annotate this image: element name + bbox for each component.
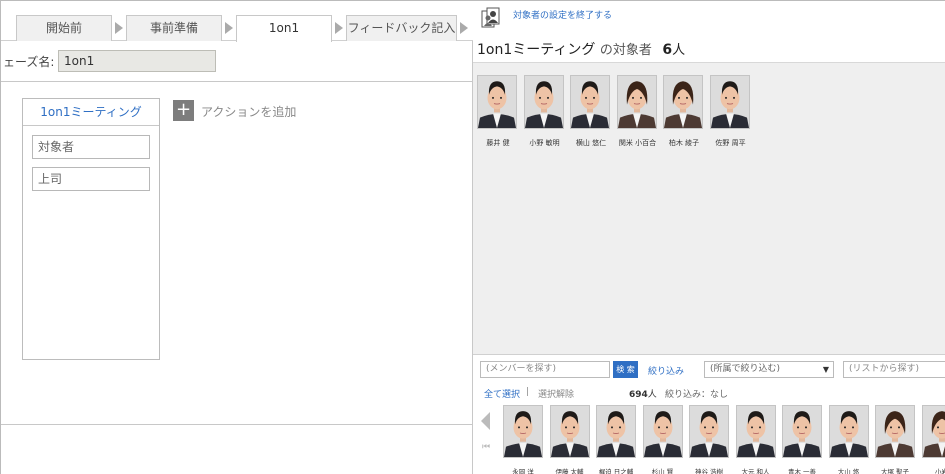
member-card[interactable]: 大元 和人 <box>735 405 776 474</box>
avatar <box>549 405 590 458</box>
member-total: 694人 <box>629 387 657 400</box>
member-card[interactable]: 青木 一善 <box>782 405 822 474</box>
avatar <box>663 75 703 129</box>
target-person[interactable]: 横山 悠仁 <box>570 75 612 148</box>
avatar <box>828 405 869 458</box>
member-card[interactable]: 神谷 浩樹 <box>689 405 729 474</box>
step-tab-preparation[interactable]: 事前準備 <box>126 15 222 41</box>
person-name: 関米 小百合 <box>618 139 657 147</box>
plus-icon: + <box>173 100 194 121</box>
step-tab-feedback[interactable]: フィードバック記入 <box>346 15 457 41</box>
avatar <box>709 75 750 129</box>
action-card-title[interactable]: 1on1ミーティング <box>23 99 159 126</box>
member-name: 梶迫 日之輔 <box>598 468 634 474</box>
target-heading-title: 1on1ミーティング <box>477 42 596 58</box>
member-name: 伊藤 太輔 <box>555 468 584 474</box>
member-name: 青木 一善 <box>787 468 817 474</box>
member-total-unit: 人 <box>647 390 657 400</box>
target-person[interactable]: 佐野 周平 <box>709 75 752 148</box>
caret-down-icon: ▼ <box>822 365 829 374</box>
member-card[interactable]: 小岩 <box>921 405 945 474</box>
step-tabs: 開始前 事前準備 1on1 フィードバック記入 <box>1 1 473 42</box>
member-list-area: 全て選択 | 選択解除 694人 絞り込み：なし ⏮ 永岡 洋 伊藤 太輔 梶迫… <box>473 382 945 474</box>
target-field[interactable]: 対象者 <box>32 135 150 159</box>
phase-name-input[interactable]: 1on1 <box>58 50 216 72</box>
divider <box>1 424 473 425</box>
workflow-editor-panel: 開始前 事前準備 1on1 フィードバック記入 ェーズ名: 1on1 1on1ミ… <box>1 1 473 474</box>
list-search-input[interactable]: (リストから探す) <box>843 361 945 378</box>
step-tab-before[interactable]: 開始前 <box>16 15 112 41</box>
member-search-bar: (メンバーを探す) 検 索 絞り込み (所属で絞り込む) ▼ (リストから探す) <box>473 354 945 382</box>
person-name: 横山 悠仁 <box>575 139 607 147</box>
member-card[interactable]: 伊藤 太輔 <box>549 405 590 474</box>
member-card[interactable]: 大山 悠 <box>828 405 869 474</box>
first-page-icon[interactable]: ⏮ <box>482 442 490 452</box>
filter-link[interactable]: 絞り込み <box>648 364 684 377</box>
member-name: 大塚 聖子 <box>880 468 910 474</box>
member-card[interactable]: 梶迫 日之輔 <box>596 405 636 474</box>
separator: | <box>526 387 530 397</box>
target-heading-sub: の対象者 <box>599 43 652 58</box>
select-all-link[interactable]: 全て選択 <box>484 387 520 400</box>
supervisor-field[interactable]: 上司 <box>32 167 150 191</box>
avatar <box>523 75 564 129</box>
target-count: 6 <box>662 42 673 58</box>
member-name: 小岩 <box>935 468 945 474</box>
avatar <box>875 405 915 458</box>
avatar <box>616 75 657 129</box>
target-count-unit: 人 <box>672 43 686 58</box>
department-filter-value: (所属で絞り込む) <box>710 364 781 374</box>
avatar <box>477 75 517 129</box>
avatar <box>570 75 610 129</box>
avatar <box>735 405 776 458</box>
member-card[interactable]: 杉山 賢 <box>642 405 683 474</box>
prev-page-icon[interactable] <box>481 412 490 430</box>
avatar <box>642 405 683 458</box>
end-target-setting-link[interactable]: 対象者の設定を終了する <box>513 8 612 21</box>
person-name: 柏木 綾子 <box>668 139 700 147</box>
target-header: 対象者の設定を終了する 1on1ミーティング の対象者 6人 <box>473 1 945 63</box>
add-action-label: アクションを追加 <box>201 105 297 119</box>
avatar <box>782 405 822 458</box>
member-name: 杉山 賢 <box>651 468 674 474</box>
avatar <box>596 405 636 458</box>
person-name: 小野 敏明 <box>529 139 560 147</box>
person-name: 藤井 健 <box>486 139 510 147</box>
step-tab-1on1[interactable]: 1on1 <box>236 15 332 42</box>
target-person[interactable]: 関米 小百合 <box>616 75 659 148</box>
member-search-input[interactable]: (メンバーを探す) <box>480 361 610 378</box>
target-person[interactable]: 小野 敏明 <box>523 75 566 148</box>
filter-status: 絞り込み：なし <box>665 390 729 400</box>
member-total-count: 694 <box>629 390 648 400</box>
member-name: 大元 和人 <box>741 468 770 474</box>
department-filter-select[interactable]: (所属で絞り込む) ▼ <box>704 361 834 378</box>
member-selection-panel: 対象者の設定を終了する 1on1ミーティング の対象者 6人 藤井 健 小野 敏… <box>473 1 945 474</box>
target-person[interactable]: 柏木 綾子 <box>663 75 705 148</box>
member-card[interactable]: 永岡 洋 <box>503 405 543 474</box>
member-name: 神谷 浩樹 <box>694 468 724 474</box>
action-card: 1on1ミーティング 対象者 上司 <box>22 98 160 360</box>
chevron-right-icon <box>335 22 343 34</box>
people-cards-icon[interactable] <box>481 7 501 29</box>
chevron-right-icon <box>115 22 123 34</box>
member-card[interactable]: 大塚 聖子 <box>875 405 915 474</box>
avatar <box>921 405 945 458</box>
member-name: 永岡 洋 <box>512 468 534 474</box>
deselect-link[interactable]: 選択解除 <box>538 387 574 400</box>
avatar <box>503 405 543 458</box>
phase-name-row: ェーズ名: 1on1 <box>1 41 473 82</box>
phase-name-label: ェーズ名: <box>3 55 55 69</box>
search-button[interactable]: 検 索 <box>613 361 638 378</box>
person-name: 佐野 周平 <box>715 139 746 147</box>
target-person[interactable]: 藤井 健 <box>477 75 519 148</box>
avatar <box>689 405 729 458</box>
chevron-right-icon <box>225 22 233 34</box>
target-heading: 1on1ミーティング の対象者 6人 <box>477 39 685 59</box>
chevron-right-icon <box>460 22 468 34</box>
member-name: 大山 悠 <box>837 468 860 474</box>
